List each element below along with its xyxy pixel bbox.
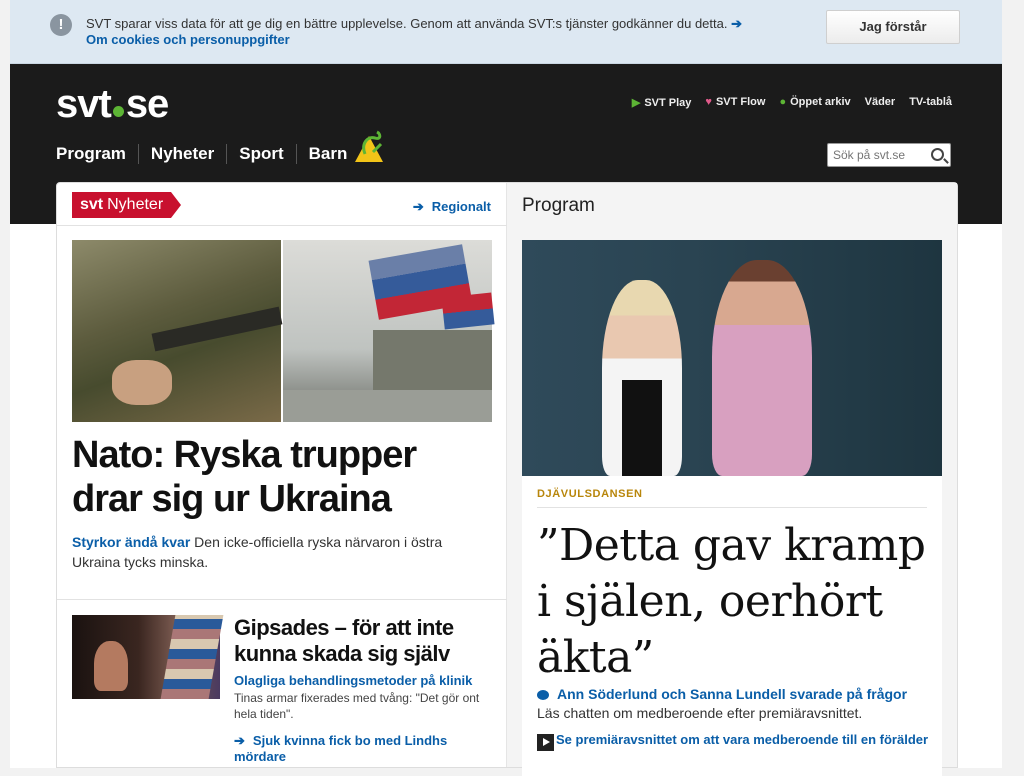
cookie-message: SVT sparar viss data för att ge dig en b…: [86, 16, 746, 48]
chat-link[interactable]: Ann Söderlund och Sanna Lundell svarade …: [537, 686, 937, 702]
logo-dot: [112, 106, 124, 117]
divider: [57, 599, 507, 600]
main-nav: Program Nyheter Sport Barn: [56, 130, 384, 164]
dragon-icon: [355, 130, 384, 162]
main-kicker-link[interactable]: Styrkor ändå kvar: [72, 534, 190, 550]
top-links: ▶ SVT Play ♥ SVT Flow ● Öppet arkiv Väder T…: [632, 96, 952, 109]
program-quote-headline[interactable]: ”Detta gav kramp i själen, oerhört äkta”: [537, 518, 937, 686]
svt-nyheter-logo[interactable]: svt Nyheter: [72, 192, 182, 218]
toplink-vader[interactable]: Väder: [865, 96, 896, 109]
soldier-photo[interactable]: [72, 240, 283, 422]
nav-barn[interactable]: Barn: [297, 130, 384, 164]
program-column: Program DJÄVULSDANSEN ”Detta gav kramp i…: [507, 183, 957, 776]
main-headline[interactable]: Nato: Ryska trupper drar sig ur Ukraina: [72, 433, 492, 521]
svt-logo[interactable]: svt se: [56, 82, 169, 126]
program-teaser: DJÄVULSDANSEN ”Detta gav kramp i själen,…: [522, 476, 942, 776]
program-kicker: DJÄVULSDANSEN: [537, 488, 643, 500]
play-icon: [537, 734, 554, 751]
search-input[interactable]: [828, 144, 924, 166]
toplink-svt-flow[interactable]: ♥ SVT Flow: [705, 96, 765, 109]
content-panel: svt Nyheter ➔ Regionalt Nato: Ryska truppe…: [56, 182, 958, 776]
accept-cookies-button[interactable]: Jag förstår: [826, 10, 960, 44]
cookie-banner: ! SVT sparar viss data för att ge dig en…: [10, 0, 1002, 64]
divider: [537, 507, 927, 508]
convoy-photo[interactable]: [283, 240, 495, 422]
nav-nyheter[interactable]: Nyheter: [139, 144, 228, 164]
main-lead: Styrkor ändå kvar Den icke-officiella ry…: [72, 534, 443, 570]
djavulsdansen-photo[interactable]: [522, 240, 942, 476]
archive-icon: ●: [779, 96, 787, 108]
divider: [57, 225, 507, 226]
second-kicker-link[interactable]: Olagliga behandlingsmetoder på klinik: [234, 673, 494, 689]
video-link[interactable]: Se premiäravsnittet om att vara medberoe…: [537, 732, 937, 751]
arrow-icon: ➔: [234, 733, 245, 748]
search-box: [827, 143, 951, 167]
nav-program[interactable]: Program: [56, 144, 139, 164]
toplink-svt-play[interactable]: ▶ SVT Play: [632, 96, 692, 109]
chat-bubble-icon: [537, 690, 549, 700]
search-icon[interactable]: [931, 148, 944, 161]
second-text: Tinas armar fixerades med tvång: "Det gö…: [234, 691, 480, 721]
toplink-oppet-arkiv[interactable]: ● Öppet arkiv: [779, 96, 850, 109]
news-column: svt Nyheter ➔ Regionalt Nato: Ryska truppe…: [57, 183, 507, 767]
program-title: Program: [522, 195, 595, 216]
flow-icon: ♥: [705, 96, 712, 108]
second-headline[interactable]: Gipsades – för att inte kunna skada sig …: [234, 615, 494, 667]
play-icon: ▶: [631, 97, 641, 109]
arrow-icon: ➔: [412, 199, 424, 214]
chat-text: Läs chatten om medberoende efter premiär…: [537, 705, 863, 721]
arrow-icon: ➔: [731, 16, 743, 31]
warning-icon: !: [50, 14, 72, 36]
toplink-tv-tabla[interactable]: TV-tablå: [909, 96, 952, 109]
plaster-photo[interactable]: [72, 615, 224, 699]
related-link[interactable]: ➔ Sjuk kvinna fick bo med Lindhs mördare: [234, 733, 494, 765]
nav-sport[interactable]: Sport: [227, 144, 297, 164]
cookie-text: SVT sparar viss data för att ge dig en b…: [86, 16, 728, 31]
regional-link[interactable]: ➔ Regionalt: [413, 199, 491, 215]
